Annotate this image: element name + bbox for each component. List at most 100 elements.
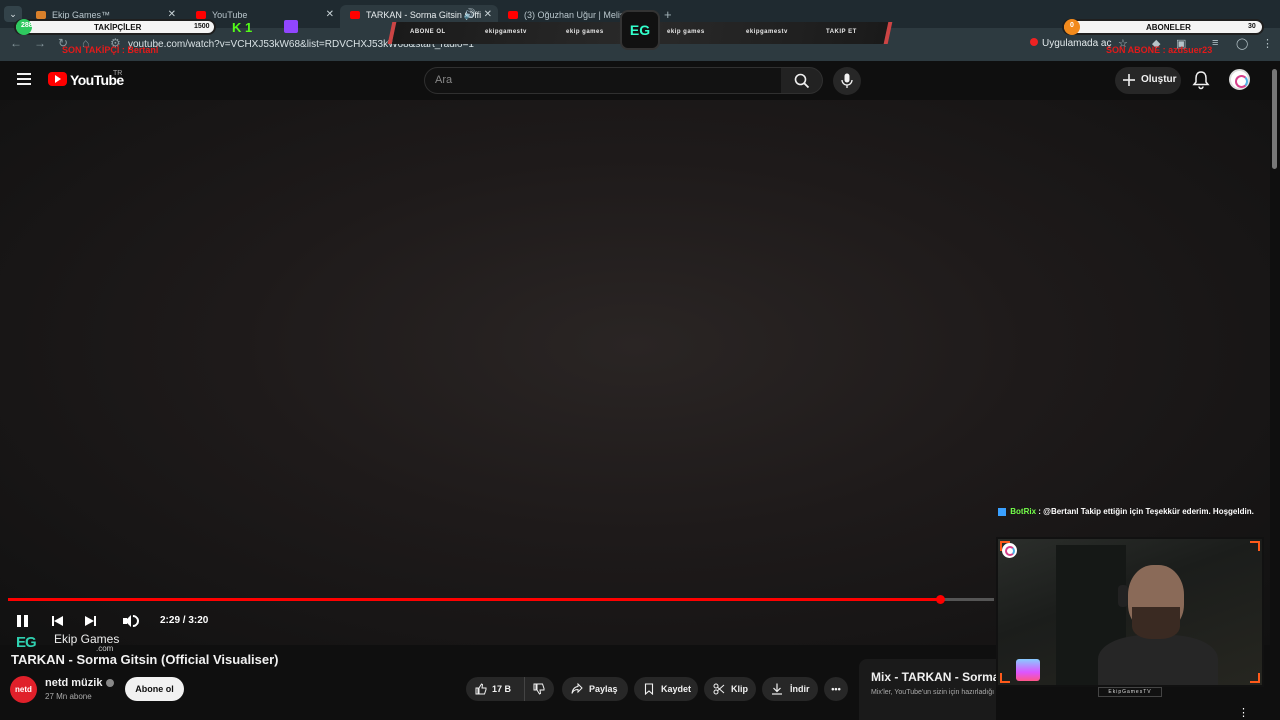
forward-icon[interactable]: →	[34, 36, 46, 50]
mix-playlist-panel[interactable]: Mix - TARKAN - Sorma Gitsin Mix'ler, You…	[859, 659, 996, 720]
new-tab-icon[interactable]: +	[664, 7, 672, 22]
headset	[1118, 585, 1128, 607]
followers-current: 288	[21, 22, 33, 29]
video-scrubber-handle[interactable]	[935, 595, 945, 604]
last-subscriber: SON ABONE : azdsuer23	[1106, 45, 1213, 55]
ekip-games-logo-icon: EG	[16, 634, 37, 651]
kick-badge: K 1	[232, 20, 253, 35]
tab-label: YouTube	[212, 10, 248, 20]
like-button[interactable]: 17 B	[466, 677, 524, 701]
create-label: Oluştur	[1141, 74, 1177, 85]
search-button[interactable]	[781, 67, 823, 94]
search-input[interactable]: Ara	[424, 67, 782, 94]
channel-name-text[interactable]: netd müzik	[45, 677, 102, 689]
mix-subtitle: Mix'ler, YouTube'un sizin için hazırladı…	[871, 689, 995, 696]
webcam-channel-tag: EkipGamesTV	[1098, 687, 1162, 697]
youtube-favicon-icon	[196, 11, 206, 19]
plus-icon	[1123, 74, 1135, 86]
notifications-bell-icon[interactable]	[1191, 70, 1211, 90]
webcam-cup	[1016, 659, 1040, 681]
banner-item: ABONE OL	[410, 29, 446, 35]
chat-text: : @Bertanl Takip ettiğin için Teşekkür e…	[1038, 507, 1254, 516]
scrollbar-thumb[interactable]	[1272, 69, 1277, 169]
clip-label: Klip	[731, 684, 748, 694]
subscribers-label: ABONELER	[1146, 23, 1191, 32]
video-progress-played	[8, 598, 940, 601]
tab-close-icon[interactable]: ✕	[326, 9, 334, 20]
share-icon	[571, 683, 583, 694]
download-button[interactable]: İndir	[762, 677, 818, 701]
banner-item: ekipgamestv	[746, 29, 788, 35]
frame-corner	[1000, 673, 1010, 683]
download-icon	[772, 683, 782, 695]
subscribers-goal: 30	[1248, 23, 1256, 30]
video-time: 2:29 / 3:20	[160, 615, 209, 626]
channel-avatar[interactable]: netd	[10, 676, 37, 703]
browser-menu-icon[interactable]: ⋮	[1262, 37, 1273, 50]
like-count: 17 B	[492, 684, 512, 694]
chat-badge-icon	[998, 507, 1006, 516]
save-label: Kaydet	[661, 684, 692, 694]
profile-icon[interactable]: ◯	[1236, 37, 1248, 50]
followers-goal-bar: 288 TAKİPÇİLER 1500	[14, 19, 216, 35]
reading-list-icon[interactable]: ≡	[1212, 37, 1218, 49]
clip-button[interactable]: Klip	[704, 677, 756, 701]
more-horizontal-icon: •••	[831, 684, 841, 694]
banner-item: ekip games	[667, 29, 705, 35]
streamer-webcam	[996, 537, 1264, 687]
banner-item: TAKIP ET	[826, 29, 857, 35]
followers-goal: 1500	[194, 23, 210, 30]
search-icon	[794, 73, 810, 89]
channel-name[interactable]: netd müzik	[45, 677, 115, 689]
banner-item: ekipgamestv	[485, 29, 527, 35]
more-vertical-icon[interactable]: ⋮	[1238, 706, 1249, 719]
tab-close-icon[interactable]: ✕	[484, 9, 492, 20]
hamburger-menu-icon[interactable]	[17, 73, 31, 85]
download-label: İndir	[790, 684, 810, 694]
youtube-favicon-icon	[350, 11, 360, 19]
create-button[interactable]: Oluştur	[1115, 67, 1181, 94]
mix-title[interactable]: Mix - TARKAN - Sorma Gitsin	[871, 670, 996, 684]
chat-username: BotRix	[1010, 507, 1037, 516]
page-scrollbar[interactable]	[1270, 61, 1280, 720]
frame-corner	[1250, 541, 1260, 551]
webcam-logo-icon	[1002, 543, 1017, 558]
share-button[interactable]: Paylaş	[562, 677, 628, 701]
bookmark-icon	[644, 683, 654, 695]
dislike-button[interactable]	[524, 677, 554, 701]
video-progress-bar[interactable]	[8, 595, 994, 604]
banner-logo: EG	[620, 10, 660, 50]
ekip-games-favicon-icon	[36, 11, 46, 19]
subscribers-current: 0	[1070, 22, 1074, 29]
back-icon[interactable]: ←	[10, 36, 22, 50]
youtube-logo-icon[interactable]	[48, 72, 67, 86]
stream-chat-message: BotRix : @Bertanl Takip ettiğin için Teş…	[998, 507, 1254, 516]
share-label: Paylaş	[589, 684, 618, 694]
followers-label: TAKİPÇİLER	[94, 23, 142, 32]
streamer-body	[1098, 635, 1218, 685]
open-in-app-button[interactable]: Uygulamada aç	[1030, 38, 1111, 49]
subscribers-goal-bar: 0 ABONELER 30	[1062, 19, 1264, 35]
ekip-games-watermark: EG Ekip Games .com	[16, 632, 126, 654]
video-title: TARKAN - Sorma Gitsin (Official Visualis…	[11, 652, 279, 667]
voice-search-button[interactable]	[833, 67, 861, 95]
previous-icon[interactable]	[50, 613, 66, 629]
banner-item: ekip games	[566, 29, 604, 35]
account-avatar[interactable]	[1229, 69, 1250, 90]
save-button[interactable]: Kaydet	[634, 677, 698, 701]
youtube-favicon-icon	[508, 11, 518, 19]
microphone-icon	[841, 73, 853, 88]
speaker-icon[interactable]: 🔊	[464, 9, 476, 20]
scissors-icon	[713, 683, 725, 695]
thumbs-up-icon	[475, 683, 487, 695]
subscriber-count: 27 Mn abone	[45, 692, 92, 701]
last-follower: SON TAKİPÇİ : Bertanl	[62, 45, 159, 55]
more-actions-button[interactable]: •••	[824, 677, 848, 701]
next-icon[interactable]	[82, 613, 98, 629]
youtube-header: YouTube TR Ara Oluştur	[0, 61, 1270, 100]
region-code: TR	[113, 70, 123, 77]
twitch-icon	[284, 20, 298, 33]
verified-icon	[106, 679, 115, 688]
subscribe-button[interactable]: Abone ol	[125, 677, 184, 701]
pause-icon[interactable]	[15, 613, 31, 629]
